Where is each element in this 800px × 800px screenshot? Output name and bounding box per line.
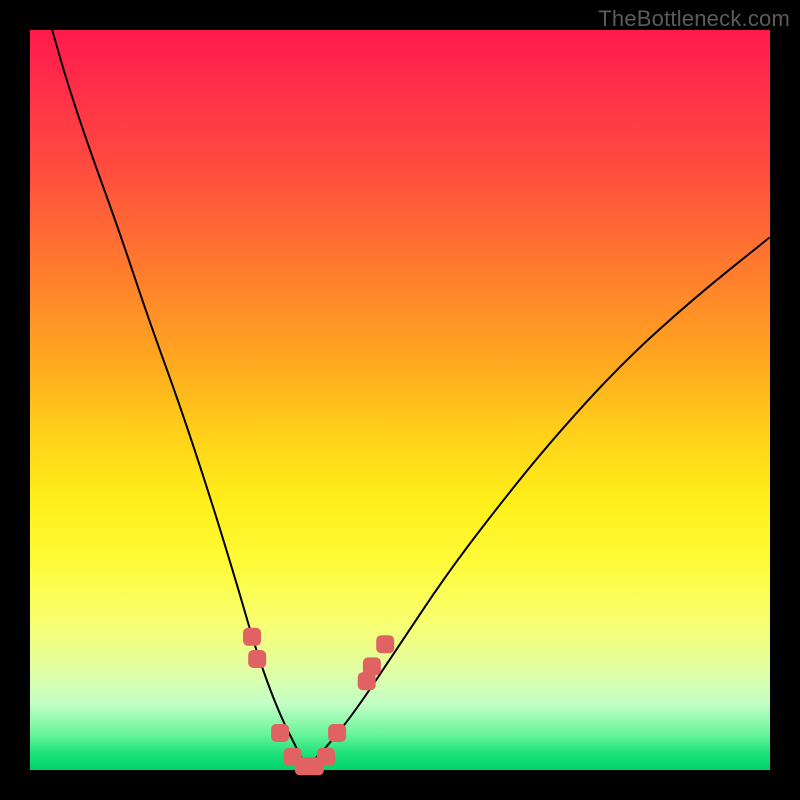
markers-layer (30, 30, 770, 770)
marker-dot (317, 748, 335, 766)
plot-area (30, 30, 770, 770)
marker-dot (363, 657, 381, 675)
marker-dot (271, 724, 289, 742)
marker-dot (328, 724, 346, 742)
marker-dot (376, 635, 394, 653)
marker-dot (358, 672, 376, 690)
watermark-text: TheBottleneck.com (598, 6, 790, 32)
chart-frame: TheBottleneck.com (0, 0, 800, 800)
marker-dot (284, 748, 302, 766)
curve-layer (30, 30, 770, 770)
bottleneck-curve (52, 30, 770, 763)
marker-dot (295, 757, 313, 775)
marker-dot (248, 650, 266, 668)
marker-dot (243, 628, 261, 646)
marker-group (243, 628, 394, 776)
marker-dot (306, 757, 324, 775)
